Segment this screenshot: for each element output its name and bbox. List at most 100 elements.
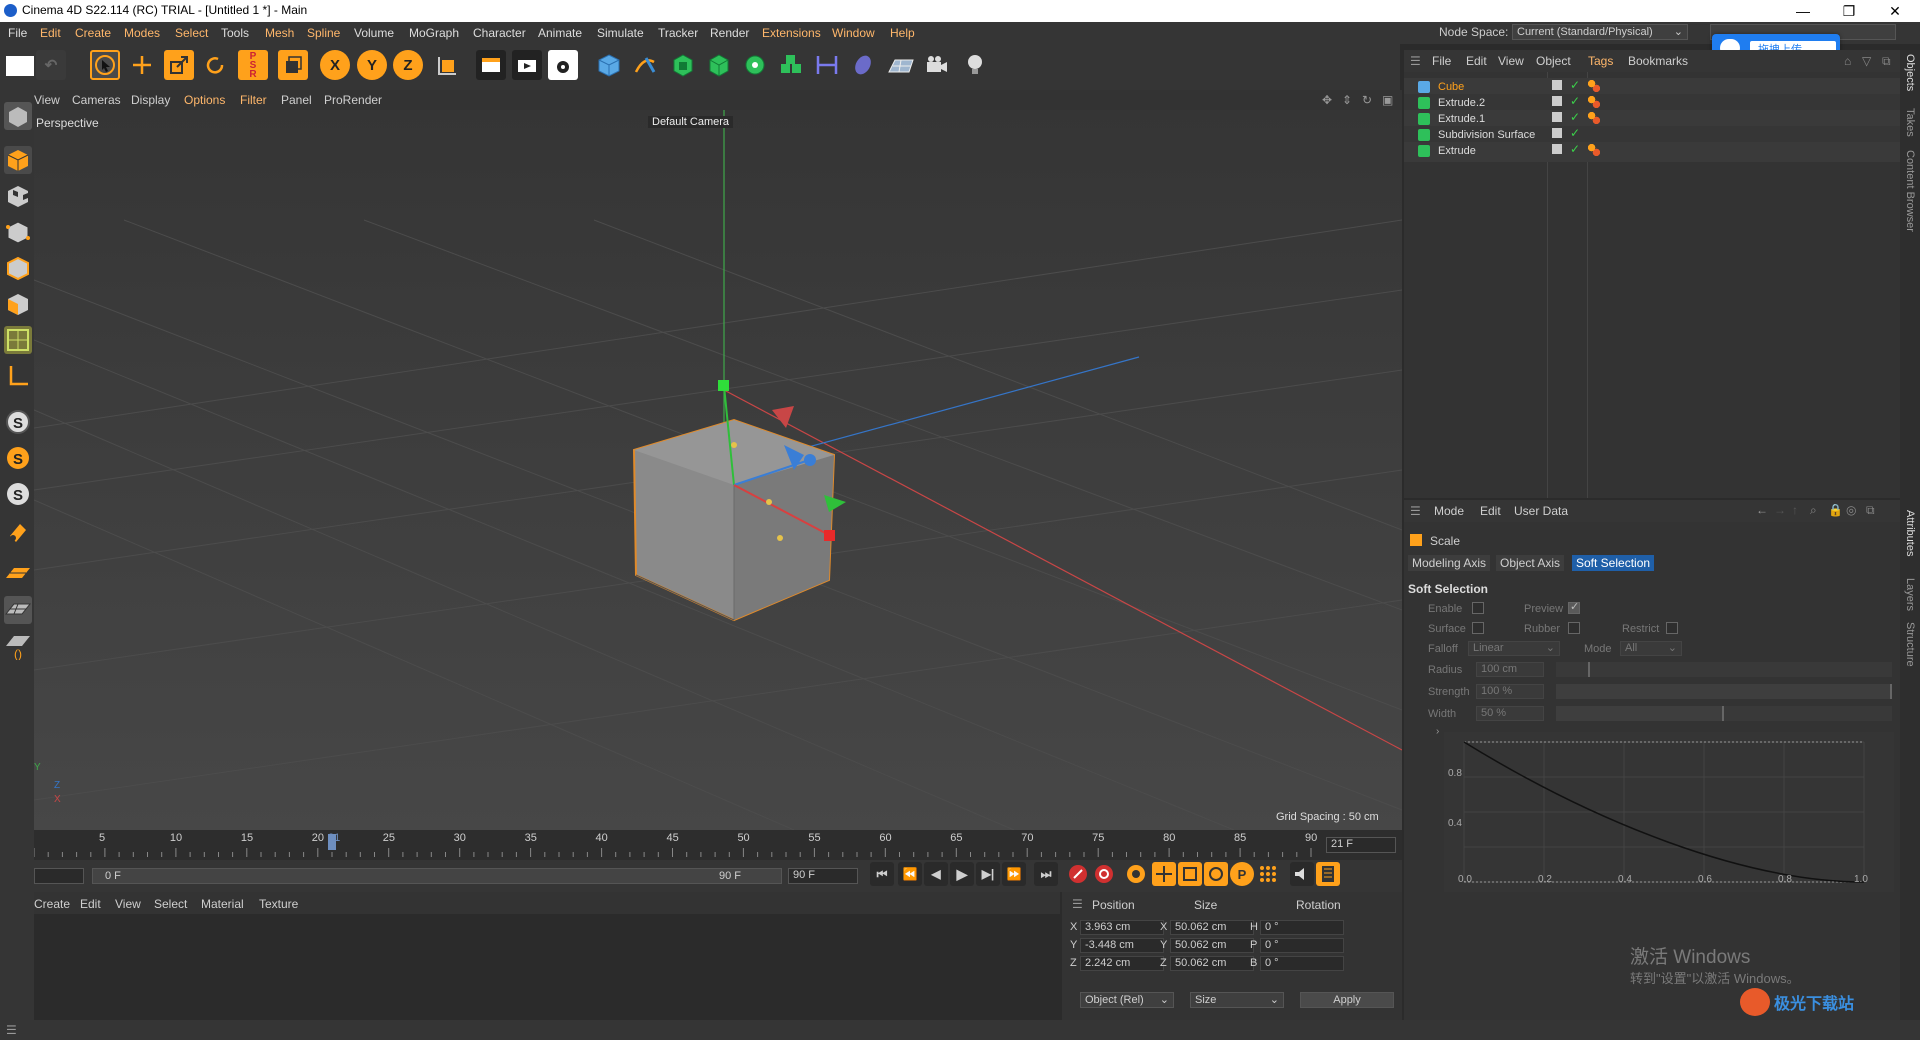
preview-range-slider[interactable]: 0 F 90 F xyxy=(92,868,782,884)
menu-simulate[interactable]: Simulate xyxy=(597,26,644,40)
menu-render[interactable]: Render xyxy=(710,26,749,40)
previous-keyframe-icon[interactable]: ⏪ xyxy=(898,862,922,886)
objects-menu-object[interactable]: Object xyxy=(1536,54,1571,68)
status-menu-icon[interactable]: ☰ xyxy=(6,1023,17,1037)
viewport-menu-display[interactable]: Display xyxy=(131,93,170,107)
position-field[interactable]: -3.448 cm xyxy=(1080,938,1164,953)
menu-volume[interactable]: Volume xyxy=(354,26,394,40)
scale-key-icon[interactable] xyxy=(1178,862,1202,886)
visibility-dots-icon[interactable] xyxy=(1552,96,1562,106)
rotation-field[interactable]: 0 ° xyxy=(1260,956,1344,971)
menu-mesh[interactable]: Mesh xyxy=(265,26,294,40)
scale-icon[interactable] xyxy=(164,50,194,80)
viewport-menu-options[interactable]: Options xyxy=(184,93,225,107)
tab-objects[interactable]: Objects xyxy=(1904,54,1916,91)
falloff-select[interactable]: Linear ⌄ xyxy=(1468,641,1560,656)
attributes-menu-user-data[interactable]: User Data xyxy=(1514,504,1568,518)
field-icon[interactable] xyxy=(848,50,878,80)
attributes-menu-mode[interactable]: Mode xyxy=(1434,504,1464,518)
point-level-key-icon[interactable] xyxy=(1256,862,1280,886)
tab-modeling-axis[interactable]: Modeling Axis xyxy=(1408,555,1491,571)
model-mode-icon[interactable] xyxy=(4,146,32,174)
objects-menu-edit[interactable]: Edit xyxy=(1466,54,1487,68)
edges-mode-icon[interactable] xyxy=(4,254,32,282)
menu-animate[interactable]: Animate xyxy=(538,26,582,40)
restore-button[interactable]: ❐ xyxy=(1826,0,1872,22)
material-menu-select[interactable]: Select xyxy=(154,897,187,911)
tab-soft-selection[interactable]: Soft Selection xyxy=(1572,555,1655,571)
undo-icon[interactable]: ↶ xyxy=(36,50,66,80)
objects-menu-view[interactable]: View xyxy=(1498,54,1524,68)
tweak-icon[interactable] xyxy=(4,518,32,546)
texture-mode-icon[interactable] xyxy=(4,182,32,210)
menu-create[interactable]: Create xyxy=(75,26,111,40)
pan-view-icon[interactable]: ✥ xyxy=(1322,93,1332,107)
material-menu-view[interactable]: View xyxy=(115,897,141,911)
apply-button[interactable]: Apply xyxy=(1300,992,1394,1008)
menu-tools[interactable]: Tools xyxy=(221,26,249,40)
new-window-icon[interactable]: ⧉ xyxy=(1882,54,1891,69)
radius-slider[interactable] xyxy=(1556,662,1892,677)
phong-tag-icon[interactable] xyxy=(1588,144,1600,156)
menu-help[interactable]: Help xyxy=(890,26,915,40)
objects-hamburger-icon[interactable]: ☰ xyxy=(1410,54,1421,68)
object-name[interactable]: Cube xyxy=(1438,81,1464,93)
toggle-view-icon[interactable]: ▣ xyxy=(1382,93,1393,107)
node-space-select[interactable]: Current (Standard/Physical) ⌄ xyxy=(1512,24,1688,40)
tab-object-axis[interactable]: Object Axis xyxy=(1496,555,1565,571)
menu-tracker[interactable]: Tracker xyxy=(658,26,698,40)
pen-spline-icon[interactable] xyxy=(630,50,660,80)
planar-workplane-icon[interactable] xyxy=(4,596,32,624)
objects-menu-file[interactable]: File xyxy=(1432,54,1451,68)
rubber-checkbox[interactable] xyxy=(1568,622,1580,634)
size-field[interactable]: 50.062 cm xyxy=(1170,920,1254,935)
make-editable-icon[interactable] xyxy=(4,102,32,130)
viewport-menu-prorender[interactable]: ProRender xyxy=(324,93,382,107)
search-icon[interactable]: ⌕ xyxy=(1810,503,1817,518)
deformer-icon[interactable] xyxy=(812,50,842,80)
size-field[interactable]: 50.062 cm xyxy=(1170,938,1254,953)
width-field[interactable]: 50 % xyxy=(1476,706,1544,721)
visibility-dots-icon[interactable] xyxy=(1552,80,1562,90)
size-mode-select[interactable]: Size ⌄ xyxy=(1190,992,1284,1008)
visibility-dots-icon[interactable] xyxy=(1552,112,1562,122)
preview-checkbox[interactable]: ✓ xyxy=(1568,601,1580,614)
snap-settings-icon[interactable]: S xyxy=(4,444,32,472)
floor-icon[interactable] xyxy=(886,50,916,80)
settings-icon[interactable]: ◎ xyxy=(1846,503,1856,517)
home-icon[interactable]: ⌂ xyxy=(1844,54,1851,68)
tab-layers[interactable]: Layers xyxy=(1904,578,1916,611)
object-name[interactable]: Extrude xyxy=(1438,145,1476,157)
cloner-icon[interactable] xyxy=(740,50,770,80)
viewport-menu-cameras[interactable]: Cameras xyxy=(72,93,121,107)
menu-character[interactable]: Character xyxy=(473,26,526,40)
coordinate-system-icon[interactable] xyxy=(278,50,308,80)
object-row[interactable]: Extrude ✓ xyxy=(1404,142,1900,162)
command-input[interactable] xyxy=(6,56,34,76)
viewport[interactable]: Perspective Default Camera Grid Spacing … xyxy=(34,110,1402,830)
keyframe-selection-icon[interactable] xyxy=(1124,862,1148,886)
phong-tag-icon[interactable] xyxy=(1588,96,1600,108)
visibility-dots-icon[interactable] xyxy=(1552,128,1562,138)
strength-field[interactable]: 100 % xyxy=(1476,684,1544,699)
menu-select[interactable]: Select xyxy=(175,26,208,40)
axis-mode-icon[interactable] xyxy=(4,362,32,390)
subdivision-surface-icon[interactable] xyxy=(668,50,698,80)
enabled-check-icon[interactable]: ✓ xyxy=(1570,78,1580,92)
close-button[interactable]: ✕ xyxy=(1872,0,1918,22)
extrude-generator-icon[interactable] xyxy=(704,50,734,80)
viewport-menu-filter[interactable]: Filter xyxy=(240,93,267,107)
sound-scrub-icon[interactable] xyxy=(1290,862,1314,886)
material-menu-create[interactable]: Create xyxy=(34,897,70,911)
forward-arrow-icon[interactable]: → xyxy=(1774,503,1786,517)
timeline-ruler[interactable]: 5 10 15 20 25 30 35 40 45 50 55 60 65 70 75 80 85 90 21 21… xyxy=(34,830,1402,860)
light-icon[interactable] xyxy=(960,50,990,80)
mograph-cloner-icon[interactable] xyxy=(776,50,806,80)
filter-icon[interactable]: ▽ xyxy=(1862,54,1871,68)
move-icon[interactable] xyxy=(127,50,157,80)
previous-frame-icon[interactable]: ◀ xyxy=(924,862,948,886)
width-slider[interactable] xyxy=(1556,706,1892,721)
attributes-menu-edit[interactable]: Edit xyxy=(1480,504,1501,518)
zoom-view-icon[interactable]: ⇕ xyxy=(1342,93,1352,107)
rotation-field[interactable]: 0 ° xyxy=(1260,938,1344,953)
